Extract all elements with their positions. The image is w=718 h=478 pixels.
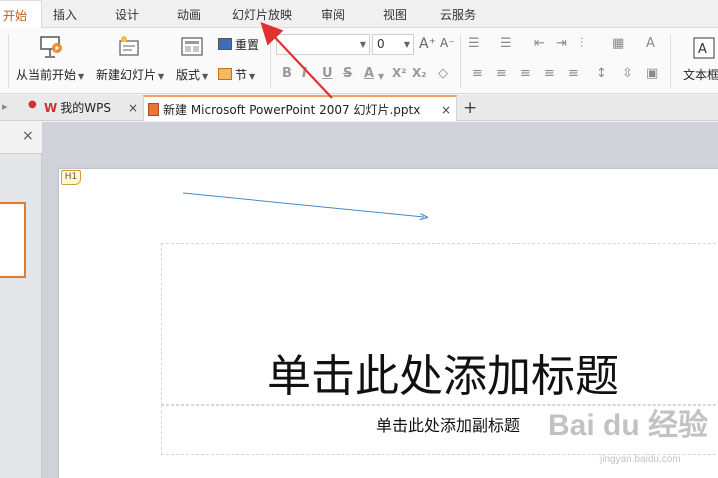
chevron-down-icon: ▼ xyxy=(202,72,209,81)
grow-font-button[interactable]: A⁺ xyxy=(419,36,436,52)
section-button[interactable]: 节 ▼ xyxy=(218,66,255,83)
textbox-icon[interactable]: A xyxy=(692,36,716,63)
font-color-button[interactable]: A xyxy=(364,66,374,81)
menu-tab-bar: 开始 插入 设计 动画 幻灯片放映 审阅 视图 云服务 xyxy=(0,0,718,29)
decrease-indent-icon[interactable]: ⇤ xyxy=(534,36,545,51)
tab-slideshow[interactable]: 幻灯片放映 xyxy=(226,0,298,28)
new-slide-button[interactable]: 新建幻灯片 ▼ xyxy=(96,66,164,83)
chevron-down-icon: ▼ xyxy=(359,40,366,49)
chevron-down-icon[interactable]: ▼ xyxy=(378,72,384,81)
section-label: 节 xyxy=(235,68,248,82)
tab-view[interactable]: 视图 xyxy=(374,0,416,28)
align-left-icon[interactable]: ≡ xyxy=(472,66,483,81)
title-placeholder[interactable]: 单击此处添加标题 xyxy=(161,243,718,405)
panel-header: × xyxy=(0,122,42,154)
align-center-icon[interactable]: ≡ xyxy=(496,66,507,81)
reset-label: 重置 xyxy=(235,38,260,52)
bold-button[interactable]: B xyxy=(282,66,292,81)
slide-thumbnail-panel: × xyxy=(0,122,42,478)
title-text: 单击此处添加标题 xyxy=(267,351,619,402)
layout-button[interactable]: 版式 ▼ xyxy=(176,66,208,83)
textbox-button[interactable]: 文本框 xyxy=(683,66,718,83)
ribbon-toolbar: 从当前开始 ▼ 新建幻灯片 ▼ 版式 ▼ 重置 节 ▼ ▼ 0 ▼ A⁺ A⁻ … xyxy=(0,28,718,94)
new-slide-label: 新建幻灯片 xyxy=(96,68,157,82)
wps-logo-icon: W xyxy=(44,101,58,115)
anchor-tag: H1 xyxy=(61,170,81,185)
pin-icon: ● xyxy=(28,99,37,110)
line-spacing-icon[interactable]: ↕ xyxy=(596,66,607,81)
strikethrough-button[interactable]: S xyxy=(343,66,352,81)
italic-button[interactable]: I xyxy=(302,66,307,81)
reset-button[interactable]: 重置 xyxy=(218,36,259,53)
svg-text:A: A xyxy=(698,42,707,57)
numbered-list-icon[interactable]: ☰ xyxy=(500,36,512,51)
smart-art-icon[interactable]: ▣ xyxy=(646,66,658,81)
tab-insert[interactable]: 插入 xyxy=(44,0,86,28)
document-tab-bar: ▸ ● W 我的WPS × 新建 Microsoft PowerPoint 2007… xyxy=(0,95,718,121)
new-slide-icon[interactable] xyxy=(116,34,142,63)
tab-presentation-file[interactable]: 新建 Microsoft PowerPoint 2007 幻灯片.pptx × xyxy=(143,95,457,121)
projector-icon[interactable] xyxy=(38,34,64,63)
tab-my-wps[interactable]: W 我的WPS × xyxy=(44,95,142,121)
bullet-list-icon[interactable]: ☰ xyxy=(468,36,480,51)
watermark-url: jingyan.baidu.com xyxy=(600,454,681,465)
watermark-brand: Bai du 经验 xyxy=(548,409,709,442)
underline-button[interactable]: U xyxy=(322,66,333,81)
from-current-label: 从当前开始 xyxy=(16,68,77,82)
align-right-icon[interactable]: ≡ xyxy=(520,66,531,81)
text-direction-icon[interactable]: ⫶ xyxy=(580,36,583,51)
slide-thumbnail[interactable] xyxy=(0,202,26,278)
ribbon-divider xyxy=(670,34,671,88)
tab-cloud[interactable]: 云服务 xyxy=(434,0,482,28)
reset-icon xyxy=(218,38,232,50)
columns-icon[interactable]: ▦ xyxy=(612,36,624,51)
ribbon-divider xyxy=(8,34,9,88)
font-size-select[interactable]: 0 ▼ xyxy=(372,34,414,55)
tab-animation[interactable]: 动画 xyxy=(168,0,210,28)
distribute-icon[interactable]: ≡ xyxy=(568,66,579,81)
section-icon xyxy=(218,68,232,80)
ribbon-divider xyxy=(270,34,271,88)
scroll-left-icon[interactable]: ▸ xyxy=(2,100,8,113)
chevron-down-icon: ▼ xyxy=(78,72,85,81)
text-align-vertical-icon[interactable]: ⇳ xyxy=(622,66,633,81)
chevron-down-icon: ▼ xyxy=(158,72,165,81)
add-tab-button[interactable]: + xyxy=(463,95,479,121)
justify-icon[interactable]: ≡ xyxy=(544,66,555,81)
chevron-down-icon: ▼ xyxy=(403,40,410,49)
subtitle-text: 单击此处添加副标题 xyxy=(376,416,521,435)
close-icon[interactable]: × xyxy=(22,128,34,144)
from-current-button[interactable]: 从当前开始 ▼ xyxy=(16,66,84,83)
text-effects-icon[interactable]: A xyxy=(646,36,655,51)
font-name-select[interactable]: ▼ xyxy=(276,34,370,55)
tab-presentation-file-label: 新建 Microsoft PowerPoint 2007 幻灯片.pptx xyxy=(163,103,421,117)
layout-label: 版式 xyxy=(176,68,201,82)
subscript-button[interactable]: X₂ xyxy=(412,66,427,80)
tab-my-wps-label: 我的WPS xyxy=(60,101,111,115)
tab-design[interactable]: 设计 xyxy=(106,0,148,28)
layout-icon[interactable] xyxy=(180,36,204,61)
close-icon[interactable]: × xyxy=(441,97,451,123)
font-size-value: 0 xyxy=(377,37,385,51)
ribbon-divider xyxy=(460,34,461,88)
superscript-button[interactable]: X² xyxy=(392,66,407,80)
close-icon[interactable]: × xyxy=(128,95,138,121)
pptx-file-icon xyxy=(148,103,159,116)
chevron-down-icon: ▼ xyxy=(249,72,256,81)
tab-review[interactable]: 审阅 xyxy=(312,0,354,28)
clear-format-icon[interactable]: ◇ xyxy=(438,66,448,81)
tab-home[interactable]: 开始 xyxy=(0,0,42,29)
shrink-font-button[interactable]: A⁻ xyxy=(440,36,455,50)
increase-indent-icon[interactable]: ⇥ xyxy=(556,36,567,51)
workspace: × H1 单击此处添加标题 单击此处添加副标题 Bai du 经验 jingya… xyxy=(0,122,718,478)
